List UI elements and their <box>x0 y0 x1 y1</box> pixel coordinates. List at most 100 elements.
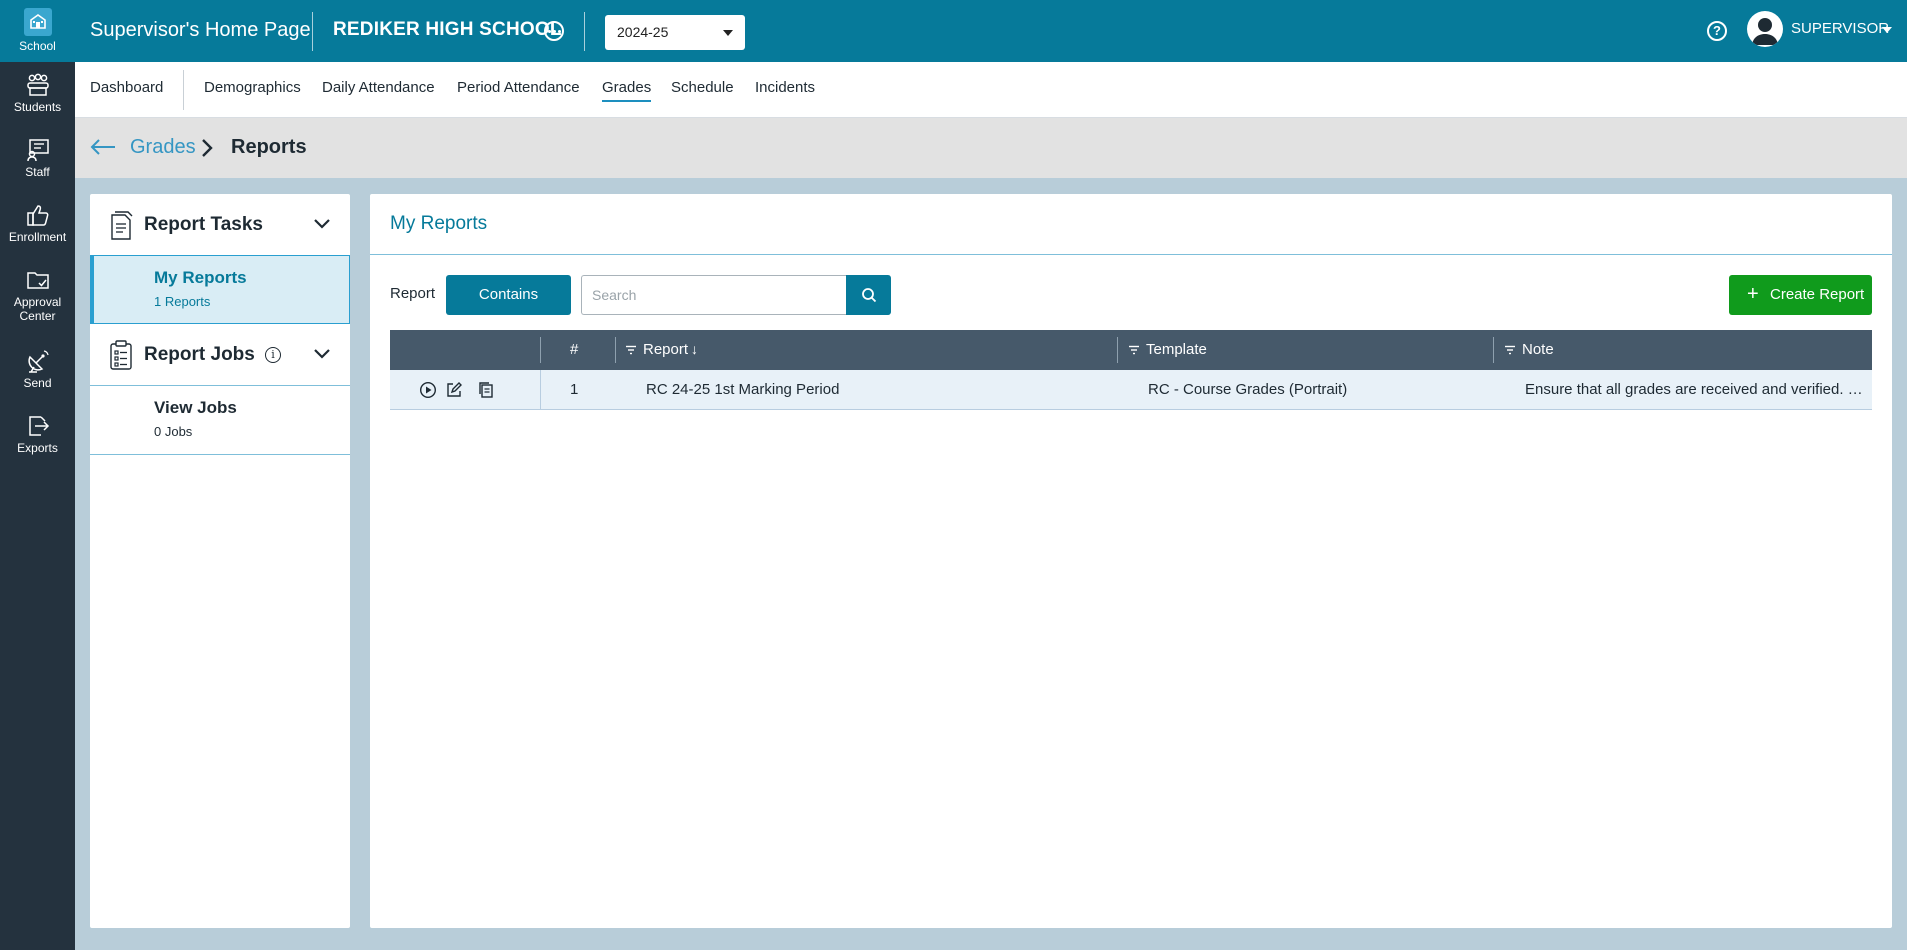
top-header: Supervisor's Home Page REDIKER HIGH SCHO… <box>75 0 1907 62</box>
view-jobs-count: 0 Jobs <box>154 424 193 439</box>
rail-item-students[interactable]: Students <box>0 72 75 114</box>
search-icon <box>861 288 876 303</box>
table-row[interactable]: 1 RC 24-25 1st Marking Period RC - Cours… <box>390 370 1872 410</box>
tab-grades[interactable]: Grades <box>602 79 652 102</box>
more-options-icon[interactable] <box>544 21 564 41</box>
sidebar-item-view-jobs[interactable]: View Jobs 0 Jobs <box>90 386 350 455</box>
rail-label: Approval Center <box>13 295 62 323</box>
rail-item-school[interactable]: School <box>0 0 75 62</box>
search-button[interactable] <box>846 275 891 315</box>
students-icon <box>26 73 49 96</box>
filter-icon[interactable] <box>1504 345 1516 355</box>
nav-divider <box>183 70 184 110</box>
info-icon[interactable]: i <box>265 347 281 363</box>
staff-icon <box>26 139 49 162</box>
chevron-down-icon[interactable] <box>313 217 331 236</box>
run-icon[interactable] <box>419 381 437 399</box>
help-icon[interactable]: ? <box>1707 21 1727 41</box>
reports-table: # Report ↓ Template Note 1 RC 24-25 1st … <box>390 330 1872 410</box>
divider <box>370 254 1892 255</box>
chevron-down-icon <box>723 30 733 36</box>
rail-item-approval-center[interactable]: Approval Center <box>0 267 75 323</box>
rail-item-send[interactable]: Send <box>0 348 75 390</box>
my-reports-count: 1 Reports <box>154 294 211 309</box>
tab-demographics[interactable]: Demographics <box>204 79 301 96</box>
rail-label: Staff <box>25 165 50 179</box>
tab-schedule[interactable]: Schedule <box>671 79 734 96</box>
header-divider <box>584 12 585 51</box>
edit-icon[interactable] <box>445 381 463 399</box>
column-divider <box>540 337 541 363</box>
column-divider <box>615 337 616 363</box>
report-header-label: Report <box>643 341 689 358</box>
column-header-number[interactable]: # <box>570 341 578 358</box>
avatar[interactable] <box>1747 11 1783 47</box>
documents-icon <box>108 209 134 246</box>
chevron-right-icon <box>201 137 213 164</box>
copy-icon[interactable] <box>477 381 495 399</box>
user-menu[interactable]: SUPERVISOR <box>1791 20 1889 37</box>
sidebar-item-my-reports[interactable]: My Reports 1 Reports <box>90 255 350 324</box>
create-report-button[interactable]: + Create Report <box>1729 275 1872 315</box>
table-header: # Report ↓ Template Note <box>390 330 1872 370</box>
export-icon <box>28 416 49 436</box>
my-reports-panel: My Reports Report Contains + Create Repo… <box>370 194 1892 928</box>
satellite-dish-icon <box>27 350 49 373</box>
filter-field-label: Report <box>390 285 436 302</box>
chevron-down-icon[interactable] <box>1882 27 1892 33</box>
filter-icon[interactable] <box>1128 345 1140 355</box>
column-divider <box>1117 337 1118 363</box>
template-header-label: Template <box>1146 341 1207 358</box>
chevron-down-icon[interactable] <box>313 347 331 366</box>
folder-check-icon <box>26 272 49 289</box>
plus-icon: + <box>1747 283 1759 305</box>
search-input[interactable] <box>581 275 847 315</box>
breadcrumb: Grades Reports <box>75 118 1907 178</box>
school-icon <box>23 8 52 36</box>
column-header-note[interactable]: Note <box>1504 341 1554 358</box>
school-name: REDIKER HIGH SCHOOL <box>333 19 562 40</box>
create-report-label: Create Report <box>1770 286 1865 303</box>
rail-item-exports[interactable]: Exports <box>0 413 75 455</box>
column-header-report[interactable]: Report ↓ <box>625 341 698 358</box>
module-nav: Dashboard Demographics Daily Attendance … <box>75 62 1907 118</box>
filter-mode-button[interactable]: Contains <box>446 275 571 315</box>
column-divider <box>540 370 541 410</box>
school-year-value: 2024-25 <box>617 24 669 40</box>
note-header-label: Note <box>1522 341 1554 358</box>
row-report-name: RC 24-25 1st Marking Period <box>646 381 840 398</box>
clipboard-list-icon <box>108 339 134 376</box>
report-tasks-title: Report Tasks <box>144 214 263 235</box>
back-arrow-icon[interactable] <box>89 135 117 164</box>
rail-label: Send <box>23 376 52 390</box>
column-divider <box>1493 337 1494 363</box>
left-rail: School Students Staff Enrollment Approva… <box>0 0 75 950</box>
panel-title: My Reports <box>390 213 488 234</box>
tab-period-attendance[interactable]: Period Attendance <box>457 79 580 96</box>
row-number: 1 <box>570 381 579 398</box>
my-reports-label: My Reports <box>154 268 247 287</box>
report-tasks-header[interactable]: Report Tasks <box>90 194 350 256</box>
rail-label: Exports <box>17 441 58 455</box>
rail-label: Enrollment <box>8 230 67 244</box>
row-note: Ensure that all grades are received and … <box>1525 381 1863 398</box>
header-divider <box>312 12 313 51</box>
column-header-template[interactable]: Template <box>1128 341 1207 358</box>
rail-item-staff[interactable]: Staff <box>0 137 75 179</box>
tab-dashboard[interactable]: Dashboard <box>90 79 163 96</box>
filter-icon[interactable] <box>625 345 637 355</box>
rail-label: Students <box>13 100 62 114</box>
sort-descending-icon[interactable]: ↓ <box>691 341 698 357</box>
school-year-select[interactable]: 2024-25 <box>605 15 745 50</box>
page-title: Supervisor's Home Page <box>90 19 311 41</box>
tab-daily-attendance[interactable]: Daily Attendance <box>322 79 435 96</box>
view-jobs-label: View Jobs <box>154 398 237 417</box>
report-jobs-header[interactable]: Report Jobs i <box>90 324 350 386</box>
tab-incidents[interactable]: Incidents <box>755 79 815 96</box>
row-template: RC - Course Grades (Portrait) <box>1148 381 1348 398</box>
rail-item-enrollment[interactable]: Enrollment <box>0 202 75 244</box>
rail-label: School <box>19 39 56 53</box>
thumbs-up-icon <box>26 205 48 226</box>
report-tasks-panel: Report Tasks My Reports 1 Reports Report… <box>90 194 350 928</box>
breadcrumb-grades-link[interactable]: Grades <box>130 136 196 159</box>
